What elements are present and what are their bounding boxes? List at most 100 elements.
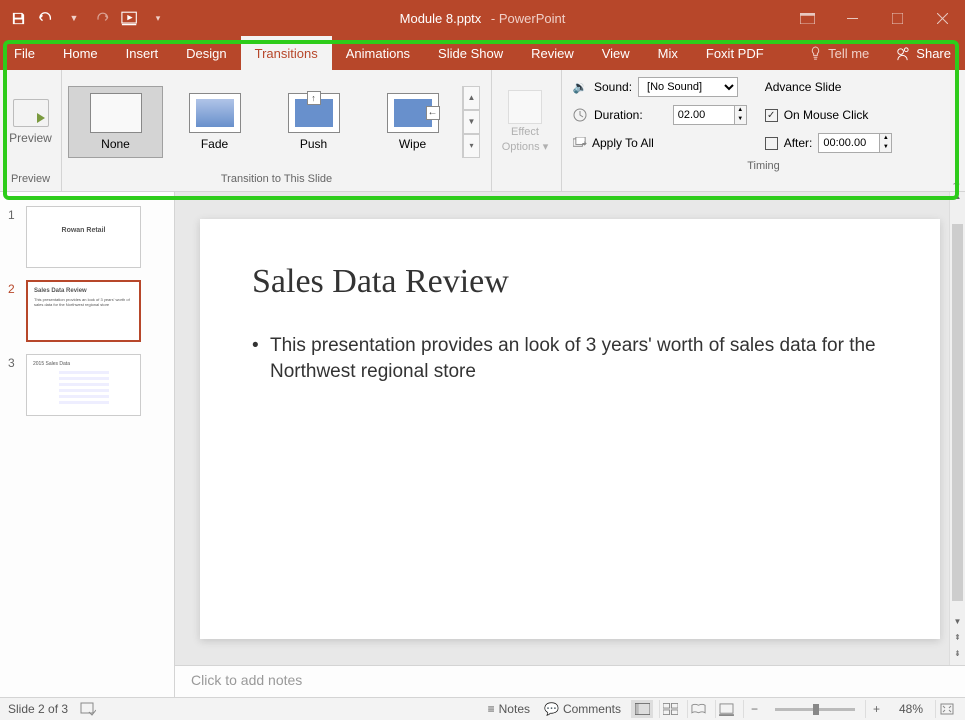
gallery-expand[interactable]: ▾ [463, 134, 480, 158]
document-name: Module 8.pptx [400, 11, 482, 26]
comments-label: Comments [563, 702, 621, 716]
window-title: Module 8.pptx - PowerPoint [400, 11, 566, 26]
tell-me-button[interactable]: Tell me [797, 36, 881, 70]
tab-slide-show[interactable]: Slide Show [424, 36, 517, 70]
start-from-beginning-icon[interactable] [120, 8, 140, 28]
tab-animations[interactable]: Animations [332, 36, 424, 70]
effect-options-button: Effect Options ▾ [496, 86, 554, 157]
duration-label: Duration: [594, 108, 643, 122]
thumbnail-number: 1 [8, 206, 20, 222]
thumbnail-number: 2 [8, 280, 20, 296]
transition-wipe[interactable]: ← Wipe [365, 86, 460, 158]
slide-thumbnails-panel: 1 Rowan Retail 2 Sales Data Review This … [0, 192, 175, 697]
effect-options-label-2: Options ▾ [502, 140, 549, 153]
tab-transitions[interactable]: Transitions [241, 36, 332, 70]
reading-view-icon[interactable] [687, 700, 709, 718]
on-mouse-click-label: On Mouse Click [784, 108, 869, 122]
transition-push-thumb: ↑ [288, 93, 340, 133]
transition-push[interactable]: ↑ Push [266, 86, 361, 158]
duration-icon [572, 107, 588, 123]
zoom-slider[interactable] [775, 708, 855, 711]
collapse-ribbon-icon[interactable]: ㅅ [952, 174, 961, 189]
tab-mix[interactable]: Mix [644, 36, 692, 70]
tab-foxit-pdf[interactable]: Foxit PDF [692, 36, 778, 70]
maximize-button[interactable] [875, 0, 920, 36]
notes-button[interactable]: ≡ Notes [484, 702, 534, 716]
share-icon [895, 46, 910, 61]
apply-all-label: Apply To All [592, 136, 654, 150]
preview-label: Preview [9, 131, 52, 145]
comments-icon: 💬 [544, 702, 559, 716]
share-button[interactable]: Share [881, 36, 965, 70]
slide-title[interactable]: Sales Data Review [252, 263, 888, 301]
transition-fade[interactable]: Fade [167, 86, 262, 158]
fit-to-window-icon[interactable] [935, 700, 957, 718]
transition-fade-label: Fade [201, 137, 228, 151]
preview-button[interactable]: Preview [4, 82, 57, 162]
on-mouse-click-checkbox[interactable]: ✓ [765, 109, 778, 122]
zoom-in-button[interactable]: + [865, 700, 887, 718]
transition-push-label: Push [300, 137, 327, 151]
transition-gallery: None Fade ↑ Push ← Wipe ▲ ▼ ▾ [66, 86, 480, 158]
sound-select[interactable]: [No Sound] [638, 77, 738, 97]
comments-button[interactable]: 💬 Comments [540, 702, 625, 716]
slideshow-view-icon[interactable] [715, 700, 737, 718]
minimize-button[interactable] [830, 0, 875, 36]
notes-pane[interactable]: Click to add notes [175, 665, 965, 697]
qat-customize-icon[interactable]: ▾ [148, 8, 168, 28]
slide-canvas[interactable]: Sales Data Review This presentation prov… [200, 219, 940, 639]
apply-to-all-button[interactable]: Apply To All [572, 132, 747, 154]
zoom-level[interactable]: 48% [893, 702, 929, 716]
next-slide-icon[interactable]: ⇟ [950, 649, 965, 665]
scroll-down-icon[interactable]: ▼ [950, 617, 965, 633]
apply-all-icon [572, 135, 588, 151]
vertical-scrollbar[interactable]: ▲ ▼ ⇞ ⇟ [949, 192, 965, 665]
ribbon-display-options-icon[interactable] [785, 0, 830, 36]
notes-label: Notes [499, 702, 530, 716]
gallery-scroll-down[interactable]: ▼ [463, 110, 480, 134]
thumbnail-3[interactable]: 3 2015 Sales Data [0, 348, 174, 422]
window-controls [785, 0, 965, 36]
after-checkbox[interactable] [765, 137, 778, 150]
tab-view[interactable]: View [588, 36, 644, 70]
notes-icon: ≡ [488, 702, 495, 716]
thumbnail-1[interactable]: 1 Rowan Retail [0, 200, 174, 274]
after-input[interactable] [818, 133, 880, 153]
thumbnail-2[interactable]: 2 Sales Data Review This presentation pr… [0, 274, 174, 348]
close-button[interactable] [920, 0, 965, 36]
status-bar: Slide 2 of 3 ≡ Notes 💬 Comments − + 48% [0, 697, 965, 720]
effect-options-icon [508, 90, 542, 124]
slide-counter[interactable]: Slide 2 of 3 [8, 702, 68, 716]
tab-file[interactable]: File [0, 36, 49, 70]
slide-editor: Sales Data Review This presentation prov… [175, 192, 965, 697]
tab-design[interactable]: Design [172, 36, 240, 70]
duration-spinner[interactable]: ▲▼ [735, 105, 747, 125]
group-label-transition: Transition to This Slide [62, 173, 491, 191]
zoom-handle[interactable] [813, 704, 819, 715]
sound-label: Sound: [594, 80, 632, 94]
duration-input[interactable] [673, 105, 735, 125]
undo-dropdown-icon[interactable]: ▼ [64, 8, 84, 28]
transition-none[interactable]: None [68, 86, 163, 158]
scrollbar-thumb[interactable] [952, 224, 963, 601]
save-icon[interactable] [8, 8, 28, 28]
redo-icon[interactable] [92, 8, 112, 28]
scroll-up-icon[interactable]: ▲ [950, 192, 965, 208]
tab-insert[interactable]: Insert [112, 36, 173, 70]
ribbon: Preview Preview None Fade ↑ Push [0, 70, 965, 192]
tab-review[interactable]: Review [517, 36, 588, 70]
ribbon-tabs: File Home Insert Design Transitions Anim… [0, 36, 965, 70]
after-spinner[interactable]: ▲▼ [880, 133, 892, 153]
normal-view-icon[interactable] [631, 700, 653, 718]
thumbnail-preview: 2015 Sales Data [26, 354, 141, 416]
undo-icon[interactable] [36, 8, 56, 28]
prev-slide-icon[interactable]: ⇞ [950, 633, 965, 649]
zoom-out-button[interactable]: − [743, 700, 765, 718]
gallery-scroll-up[interactable]: ▲ [463, 86, 480, 110]
spell-check-icon[interactable] [80, 702, 96, 716]
gallery-scroll: ▲ ▼ ▾ [462, 86, 480, 158]
slide-bullet[interactable]: This presentation provides an look of 3 … [252, 333, 888, 386]
app-name: PowerPoint [499, 11, 565, 26]
slide-sorter-view-icon[interactable] [659, 700, 681, 718]
tab-home[interactable]: Home [49, 36, 112, 70]
